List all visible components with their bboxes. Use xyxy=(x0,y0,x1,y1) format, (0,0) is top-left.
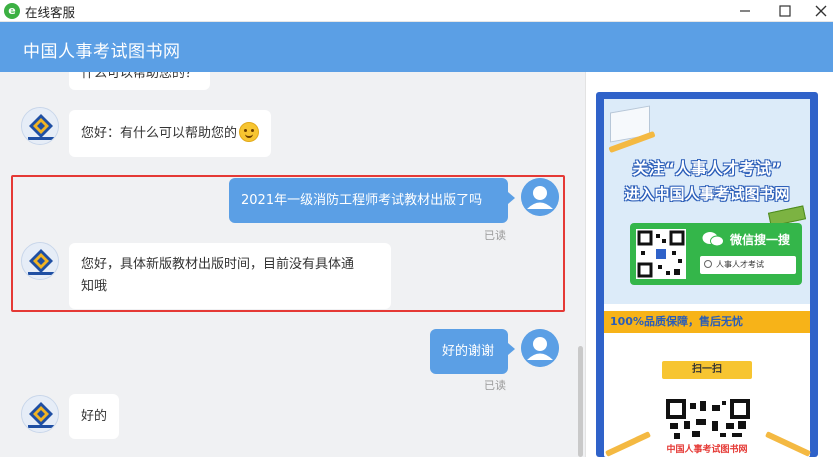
read-status: 已读 xyxy=(484,229,506,242)
message-text: 什么可以帮助您的？ xyxy=(81,72,199,81)
agent-logo-icon xyxy=(22,108,58,144)
message-bubble-agent: 好的 xyxy=(69,394,120,439)
chat-scrollbar[interactable] xyxy=(576,72,585,457)
scan-label: 扫一扫 xyxy=(662,361,752,379)
wechat-search-box: 人事人才考试 xyxy=(700,256,796,274)
maximize-icon xyxy=(779,5,791,17)
poster-headline-1: 关注“人事人才考试” xyxy=(632,159,782,178)
message-bubble-user: 2021年一级消防工程师考试教材出版了吗 xyxy=(229,178,515,223)
close-button[interactable] xyxy=(803,0,833,22)
user-silhouette-icon xyxy=(521,329,559,367)
browser-app-icon: e xyxy=(4,3,20,19)
user-avatar xyxy=(521,178,559,216)
chat-header: 中国人事考试图书网 xyxy=(0,22,833,72)
window-title: 在线客服 xyxy=(25,5,76,20)
agent-avatar xyxy=(21,107,59,145)
poster-headline-2: 进入中国人事考试图书网 xyxy=(624,185,790,203)
minimize-button[interactable] xyxy=(727,0,763,22)
agent-logo-icon xyxy=(22,243,58,279)
smile-emoji-icon xyxy=(239,122,260,142)
poster-caption: 中国人事考试图书网 xyxy=(644,442,770,455)
message-bubble-user: 好的谢谢 xyxy=(430,329,515,374)
wechat-logo-icon xyxy=(702,232,724,247)
message-text: 2021年一级消防工程师考试教材出版了吗 xyxy=(241,193,483,208)
window-titlebar: e 在线客服 xyxy=(0,0,833,22)
wechat-search-card: 微信搜一搜 人事人才考试 xyxy=(630,223,802,285)
agent-logo-icon xyxy=(22,396,58,432)
wechat-search-label: 微信搜一搜 xyxy=(730,233,791,247)
user-silhouette-icon xyxy=(521,178,559,216)
agent-avatar xyxy=(21,242,59,280)
chat-message-area[interactable]: 什么可以帮助您的？ 您好：有什么可以帮助您的 2021年一级消防工程师考试教材出… xyxy=(0,72,585,457)
message-bubble-agent: 您好，具体新版教材出版时间，目前没有具体通 知哦 xyxy=(69,243,391,309)
poster-body: 关注“人事人才考试” 进入中国人事考试图书网 微信搜一搜 人事人才考试 100%… xyxy=(604,99,812,457)
site-title: 中国人事考试图书网 xyxy=(23,42,181,62)
wechat-search-text: 人事人才考试 xyxy=(716,260,764,269)
close-icon xyxy=(815,5,827,17)
agent-avatar xyxy=(21,395,59,433)
minimize-icon xyxy=(740,10,750,12)
message-text: 好的谢谢 xyxy=(442,344,495,359)
message-text-line: 您好，具体新版教材出版时间，目前没有具体通 xyxy=(81,257,355,272)
message-text-line: 知哦 xyxy=(81,279,108,294)
pencil-illustration-icon xyxy=(764,431,812,457)
small-qr-code-icon xyxy=(636,229,686,279)
message-text: 好的 xyxy=(81,409,108,424)
message-text: 您好：有什么可以帮助您的 xyxy=(81,126,238,141)
promo-poster[interactable]: 关注“人事人才考试” 进入中国人事考试图书网 微信搜一搜 人事人才考试 100%… xyxy=(596,92,818,457)
maximize-button[interactable] xyxy=(767,0,803,22)
message-bubble-agent: 什么可以帮助您的？ xyxy=(69,72,211,90)
promo-side-panel: 关注“人事人才考试” 进入中国人事考试图书网 微信搜一搜 人事人才考试 100%… xyxy=(585,72,833,457)
message-bubble-agent: 您好：有什么可以帮助您的 xyxy=(69,110,272,157)
quality-ribbon: 100%品质保障，售后无忧 xyxy=(604,311,810,333)
user-avatar xyxy=(521,329,559,367)
scrollbar-thumb[interactable] xyxy=(578,346,583,457)
read-status: 已读 xyxy=(484,379,506,392)
search-icon xyxy=(704,260,712,268)
